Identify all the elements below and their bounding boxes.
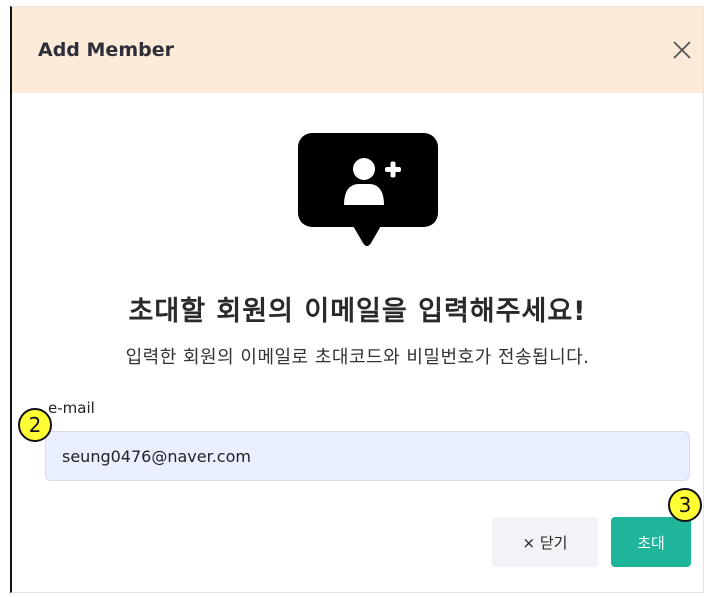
user-plus-icon [344,158,401,205]
annotation-marker-2: 2 [18,408,52,442]
modal-title: Add Member [38,39,174,61]
email-label: e-mail [48,399,95,417]
close-icon[interactable] [669,37,695,63]
add-member-modal: Add Member 초대할 회원의 이메일을 입력해주세요! 입력한 회원의 … [10,6,704,593]
invite-button[interactable]: 초대 [611,517,691,567]
speech-bubble-tail [349,219,385,246]
modal-header: Add Member [12,7,703,93]
headline: 초대할 회원의 이메일을 입력해주세요! [128,296,587,327]
subtext: 입력한 회원의 이메일로 초대코드와 비밀번호가 전송됩니다. [125,347,590,368]
email-field[interactable] [45,431,690,481]
close-button[interactable]: × 닫기 [492,517,598,567]
annotation-marker-3: 3 [668,488,702,522]
